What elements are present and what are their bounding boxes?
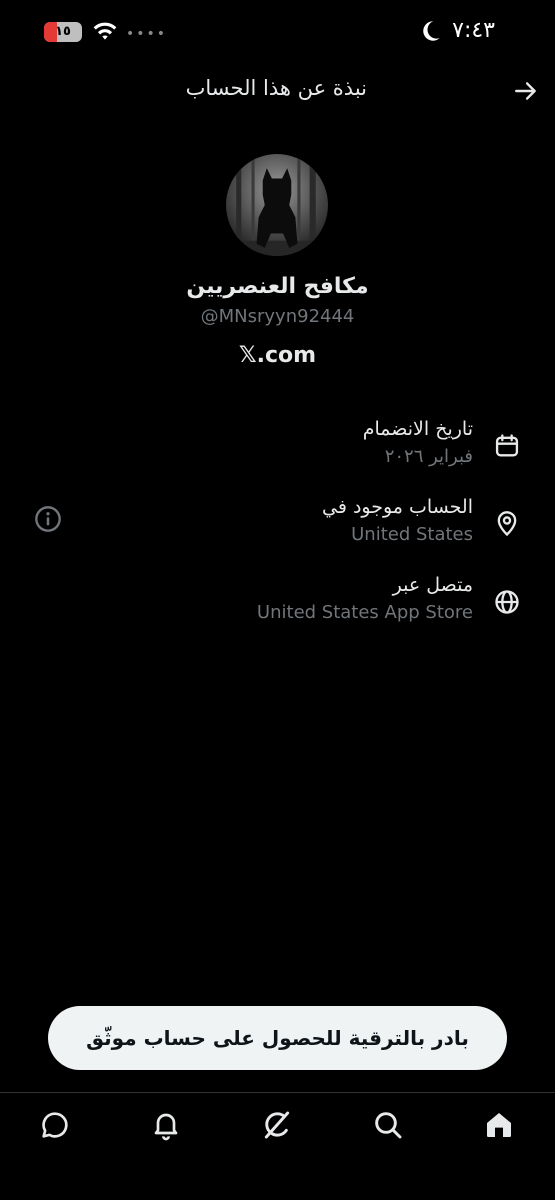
account-location-label: الحساب موجود في: [322, 496, 473, 518]
joined-date-row: تاريخ الانضمام فبراير ٢٠٢٦: [0, 418, 555, 482]
page-title: نبذة عن هذا الحساب: [185, 76, 367, 100]
messages-icon[interactable]: [39, 1109, 71, 1141]
header: نبذة عن هذا الحساب: [0, 70, 555, 110]
upgrade-verified-button[interactable]: بادر بالترقية للحصول على حساب موثّق: [48, 1006, 507, 1070]
connected-via-value: United States App Store: [256, 602, 473, 623]
status-time: ٧:٤٣: [452, 18, 495, 43]
battery-indicator: ١٥: [44, 22, 82, 42]
globe-icon: [495, 590, 519, 614]
back-arrow-icon[interactable]: [513, 78, 539, 104]
bottom-nav: [0, 1093, 555, 1200]
grok-icon[interactable]: [261, 1109, 293, 1141]
avatar[interactable]: [226, 154, 328, 256]
display-name: مكافح العنصريين: [186, 274, 369, 299]
account-location-value: United States: [351, 524, 473, 545]
notifications-icon[interactable]: [150, 1109, 182, 1141]
joined-date-value: فبراير ٢٠٢٦: [384, 446, 473, 467]
info-icon[interactable]: [34, 505, 62, 533]
user-handle: @MNsryyn92444: [200, 306, 355, 327]
platform-domain: 𝕏.com: [238, 343, 317, 368]
home-icon[interactable]: [483, 1109, 515, 1141]
wifi-icon: [93, 22, 117, 40]
location-pin-icon: [497, 511, 517, 537]
account-location-row: الحساب موجود في United States: [0, 496, 555, 560]
battery-level: ١٥: [55, 24, 71, 39]
search-icon[interactable]: [372, 1109, 404, 1141]
calendar-icon: [495, 434, 519, 457]
signal-dots-icon: ••••: [126, 26, 168, 42]
joined-date-label: تاريخ الانضمام: [362, 418, 473, 440]
connected-via-row: متصل عبر United States App Store: [0, 574, 555, 638]
status-bar: ٧:٤٣ ١٥ ••••: [0, 0, 555, 64]
connected-via-label: متصل عبر: [392, 574, 473, 596]
do-not-disturb-moon-icon: [423, 21, 440, 41]
